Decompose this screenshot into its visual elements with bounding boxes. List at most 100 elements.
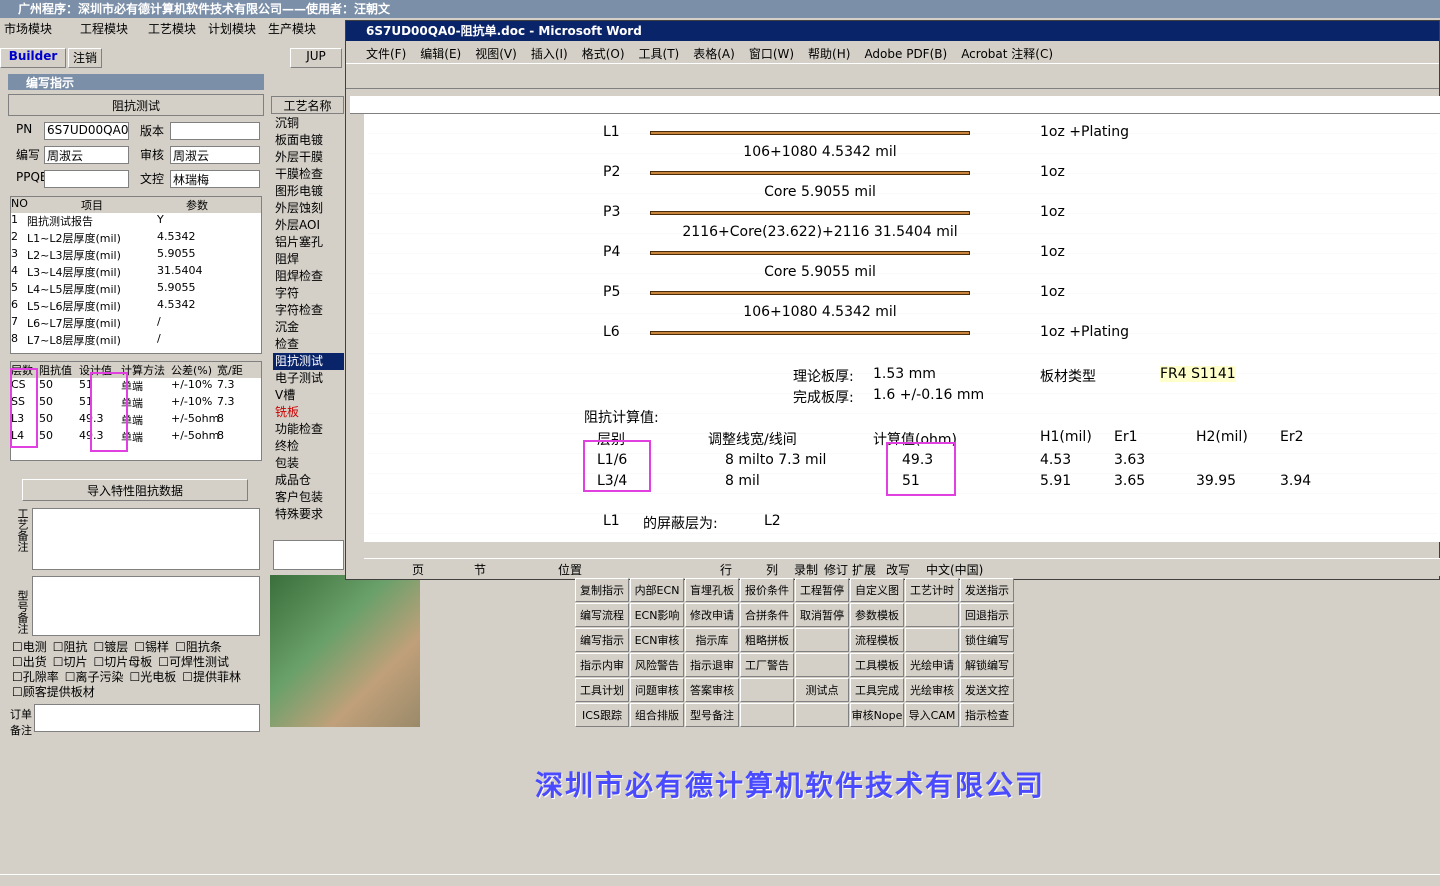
module-market[interactable]: 市场模块	[4, 20, 52, 37]
action-button[interactable]: 取消暂停	[795, 603, 849, 627]
param-row[interactable]: 2 L1~L2层厚度(mil) 4.5342	[11, 230, 261, 247]
action-button[interactable]: 工具计划	[575, 678, 629, 702]
import-impedance-button[interactable]: 导入特性阻抗数据	[22, 479, 248, 501]
order-note-field[interactable]	[34, 704, 260, 732]
action-button[interactable]: 粗略拼板	[740, 628, 794, 652]
action-button[interactable]: 解锁编写	[960, 653, 1014, 677]
action-button[interactable]	[795, 703, 849, 727]
param-row[interactable]: 7 L6~L7层厚度(mil) /	[11, 315, 261, 332]
process-item[interactable]: V槽	[273, 387, 344, 404]
menu-item[interactable]: Adobe PDF(B)	[864, 47, 947, 61]
process-input[interactable]	[273, 540, 344, 570]
process-item[interactable]: 终检	[273, 438, 344, 455]
process-item[interactable]: 字符	[273, 285, 344, 302]
review-field[interactable]: 周淑云	[170, 146, 260, 164]
checkbox[interactable]: ☐可焊性测试	[158, 655, 229, 669]
checkbox[interactable]: ☐光电板	[130, 670, 177, 684]
checkbox[interactable]: ☐切片	[53, 655, 88, 669]
action-button[interactable]: 合拼条件	[740, 603, 794, 627]
version-field[interactable]	[170, 122, 260, 140]
menu-item[interactable]: 文件(F)	[366, 47, 406, 61]
action-button[interactable]: 编写流程	[575, 603, 629, 627]
impedance-row[interactable]: L4 50 49.3 单端 +/-5ohm 8	[11, 429, 261, 446]
checkbox[interactable]: ☐出货	[12, 655, 47, 669]
process-item[interactable]: 阻焊检查	[273, 268, 344, 285]
logout-button[interactable]: 注销	[68, 48, 102, 68]
action-button[interactable]: 组合排版	[630, 703, 684, 727]
menu-item[interactable]: 编辑(E)	[420, 47, 461, 61]
action-button[interactable]	[795, 653, 849, 677]
model-note-field[interactable]	[32, 576, 260, 636]
process-item[interactable]: 板面电镀	[273, 132, 344, 149]
process-item[interactable]: 图形电镀	[273, 183, 344, 200]
checkbox[interactable]: ☐离子污染	[65, 670, 124, 684]
menu-item[interactable]: Acrobat 注释(C)	[961, 47, 1053, 61]
menu-item[interactable]: 帮助(H)	[808, 47, 850, 61]
action-button[interactable]: ICS跟踪	[575, 703, 629, 727]
builder-button[interactable]: Builder	[0, 48, 66, 68]
action-button[interactable]	[905, 603, 959, 627]
action-button[interactable]: 导入CAM	[905, 703, 959, 727]
menu-item[interactable]: 工具(T)	[639, 47, 680, 61]
action-button[interactable]: 锁住编写	[960, 628, 1014, 652]
process-item[interactable]: 字符检查	[273, 302, 344, 319]
action-button[interactable]: 光绘申请	[905, 653, 959, 677]
process-item[interactable]: 外层干膜	[273, 149, 344, 166]
checkbox[interactable]: ☐阻抗	[53, 640, 88, 654]
action-button[interactable]: 问题审核	[630, 678, 684, 702]
module-production[interactable]: 生产模块	[268, 20, 316, 37]
pn-field[interactable]: 6S7UD00QA0	[44, 122, 129, 140]
action-button[interactable]: 流程模板	[850, 628, 904, 652]
checkbox[interactable]: ☐顾客提供板材	[12, 685, 95, 699]
param-row[interactable]: 8 L7~L8层厚度(mil) /	[11, 332, 261, 349]
action-button[interactable]: 风险警告	[630, 653, 684, 677]
process-item[interactable]: 沉金	[273, 319, 344, 336]
action-button[interactable]: 自定义图	[850, 578, 904, 602]
process-item[interactable]: 阻抗测试	[273, 353, 344, 370]
action-button[interactable]: 发送文控	[960, 678, 1014, 702]
action-button[interactable]: 型号备注	[685, 703, 739, 727]
process-item[interactable]: 干膜检查	[273, 166, 344, 183]
checkbox[interactable]: ☐阻抗条	[175, 640, 222, 654]
action-button[interactable]	[740, 703, 794, 727]
impedance-row[interactable]: CS 50 51 单端 +/-10% 7.3	[11, 378, 261, 395]
action-button[interactable]: 工具模板	[850, 653, 904, 677]
impedance-row[interactable]: SS 50 51 单端 +/-10% 7.3	[11, 395, 261, 412]
menu-item[interactable]: 插入(I)	[531, 47, 568, 61]
action-button[interactable]: 盲埋孔板	[685, 578, 739, 602]
process-item[interactable]: 特殊要求	[273, 506, 344, 523]
action-button[interactable]: ECN影响	[630, 603, 684, 627]
control-field[interactable]: 林瑞梅	[170, 170, 260, 188]
action-button[interactable]: 指示检查	[960, 703, 1014, 727]
editor-field[interactable]: 周淑云	[44, 146, 129, 164]
action-button[interactable]: 审核Nope	[850, 703, 904, 727]
process-item[interactable]: 铣板	[273, 404, 344, 421]
process-item[interactable]: 包装	[273, 455, 344, 472]
menu-item[interactable]: 表格(A)	[693, 47, 735, 61]
checkbox[interactable]: ☐锡样	[134, 640, 169, 654]
process-item[interactable]: 沉铜	[273, 115, 344, 132]
action-button[interactable]: 编写指示	[575, 628, 629, 652]
process-note-field[interactable]	[32, 508, 260, 570]
action-button[interactable]: 指示退审	[685, 653, 739, 677]
process-item[interactable]: 检查	[273, 336, 344, 353]
action-button[interactable]	[740, 678, 794, 702]
process-item[interactable]: 功能检查	[273, 421, 344, 438]
action-button[interactable]: 发送指示	[960, 578, 1014, 602]
process-item[interactable]: 成品仓	[273, 472, 344, 489]
param-row[interactable]: 5 L4~L5层厚度(mil) 5.9055	[11, 281, 261, 298]
action-button[interactable]: 答案审核	[685, 678, 739, 702]
action-button[interactable]: 复制指示	[575, 578, 629, 602]
action-button[interactable]	[905, 628, 959, 652]
param-row[interactable]: 3 L2~L3层厚度(mil) 5.9055	[11, 247, 261, 264]
action-button[interactable]: 报价条件	[740, 578, 794, 602]
module-plan[interactable]: 计划模块	[208, 20, 256, 37]
action-button[interactable]: 内部ECN	[630, 578, 684, 602]
action-button[interactable]: 光绘审核	[905, 678, 959, 702]
action-button[interactable]: 工程暂停	[795, 578, 849, 602]
action-button[interactable]	[795, 628, 849, 652]
checkbox[interactable]: ☐孔隙率	[12, 670, 59, 684]
module-process[interactable]: 工艺模块	[148, 20, 196, 37]
impedance-row[interactable]: L3 50 49.3 单端 +/-5ohm 8	[11, 412, 261, 429]
menu-item[interactable]: 视图(V)	[475, 47, 517, 61]
